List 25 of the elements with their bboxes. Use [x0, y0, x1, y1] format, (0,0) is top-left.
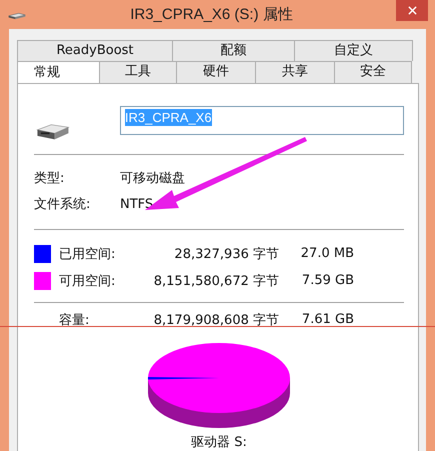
byte-count: 8,151,580,672 字节 — [152, 272, 279, 290]
property-label: 文件系统: — [34, 196, 92, 213]
tab[interactable]: 配额 — [172, 40, 295, 61]
property-value: 可移动磁盘 — [120, 170, 185, 187]
size-value: 7.59 GB — [300, 273, 354, 288]
close-button[interactable] — [396, 0, 428, 21]
size-value: 27.0 MB — [300, 246, 354, 261]
byte-count: 28,327,936 字节 — [173, 246, 279, 262]
capacity-label: 容量: — [59, 312, 90, 328]
byte-count: 8,179,908,608 字节 — [152, 312, 279, 328]
tab[interactable]: ReadyBoost — [17, 40, 173, 61]
tab[interactable]: 自定义 — [294, 40, 413, 61]
tab[interactable]: 共享 — [255, 61, 335, 83]
window-title: IR3_CPRA_X6 (S:) 属性 — [129, 5, 294, 24]
property-label: 类型: — [34, 170, 66, 187]
space-label: 已用空间: — [59, 246, 116, 262]
tab[interactable]: 常规 — [17, 61, 100, 83]
tab[interactable]: 安全 — [334, 61, 412, 83]
tab[interactable]: 工具 — [99, 61, 177, 83]
drive-label: 驱动器 S: — [190, 434, 248, 451]
property-value: NTFS — [120, 196, 154, 212]
close-icon — [408, 6, 416, 15]
space-label: 可用空间: — [59, 272, 116, 290]
tab[interactable]: 硬件 — [176, 61, 256, 83]
size-value: 7.61 GB — [300, 312, 354, 327]
